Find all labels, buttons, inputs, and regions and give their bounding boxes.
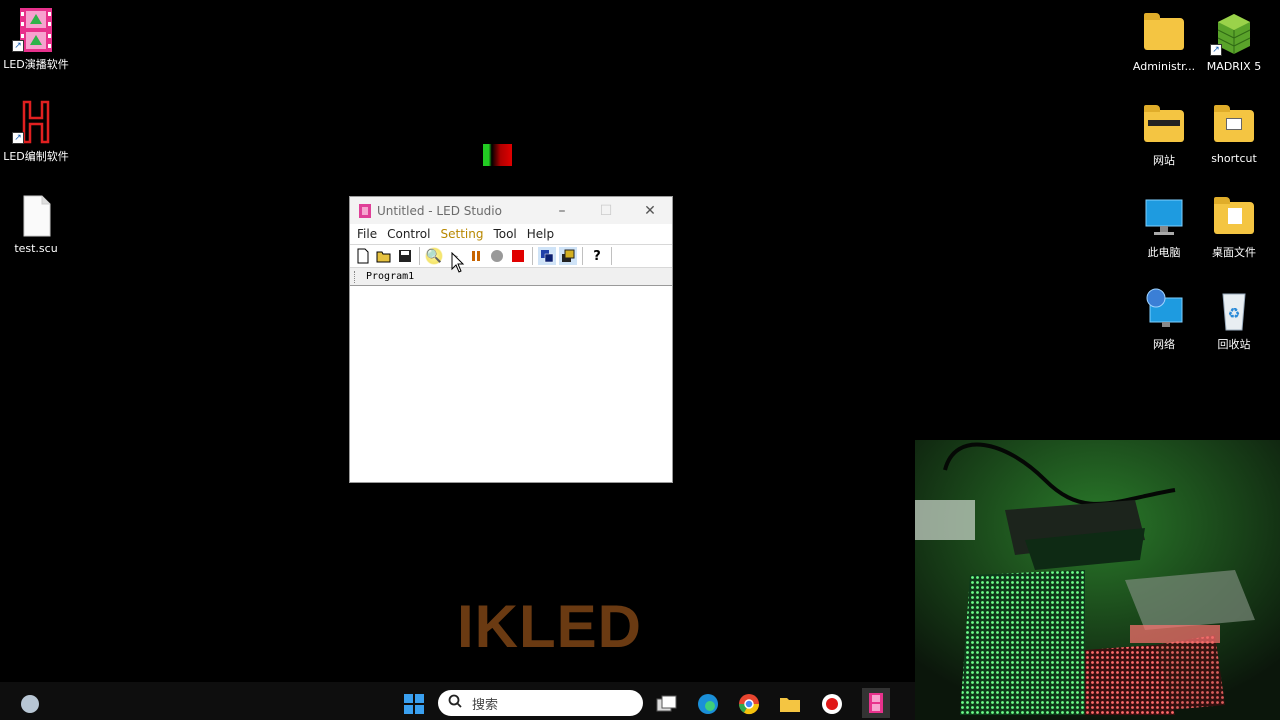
folder-icon xyxy=(1214,104,1254,148)
shortcut-arrow-icon: ↗ xyxy=(1210,44,1222,56)
folder-icon xyxy=(1144,12,1184,56)
search-label: 搜索 xyxy=(472,697,499,713)
shortcut-arrow-icon: ↗ xyxy=(12,40,24,52)
toolbar-separator xyxy=(532,247,533,265)
desktop-icon-label: MADRIX 5 xyxy=(1206,60,1262,73)
menu-setting[interactable]: Setting xyxy=(435,227,488,241)
desktop-icon-label: 网络 xyxy=(1153,338,1175,351)
toolbar: 🔍 ▸ ? xyxy=(350,244,672,268)
file-explorer-icon[interactable] xyxy=(778,692,802,716)
pause-icon[interactable] xyxy=(467,247,485,265)
svg-text:♻: ♻ xyxy=(1228,306,1241,322)
floating-indicator xyxy=(483,144,512,166)
title-bar[interactable]: Untitled - LED Studio – ☐ ✕ xyxy=(350,197,672,224)
desktop-icon-desktop-files[interactable]: 桌面文件 xyxy=(1198,196,1270,260)
stop-icon[interactable] xyxy=(509,247,527,265)
search-icon xyxy=(448,694,462,712)
camera-overlay-led-demo xyxy=(915,440,1280,720)
edge-browser-icon[interactable] xyxy=(696,692,720,716)
mouse-cursor-icon xyxy=(451,251,465,278)
desktop-icon-label: 回收站 xyxy=(1217,338,1251,351)
taskbar-search-box[interactable]: 搜索 xyxy=(438,690,643,716)
desktop-icon-led-player[interactable]: ↗ LED演播软件 xyxy=(0,8,72,72)
desktop-icon-madrix[interactable]: ↗ MADRIX 5 xyxy=(1198,12,1270,73)
window-title: Untitled - LED Studio xyxy=(377,203,502,218)
record-icon[interactable] xyxy=(488,247,506,265)
window-layout-icon[interactable] xyxy=(538,247,556,265)
desktop-icon-test-scu[interactable]: test.scu xyxy=(0,194,72,255)
workspace-area[interactable] xyxy=(350,286,672,480)
led-player-taskbar-icon[interactable] xyxy=(862,688,890,718)
desktop-icon-led-editor[interactable]: ↗ LED编制软件 xyxy=(0,100,72,164)
save-icon[interactable] xyxy=(396,247,414,265)
menu-help[interactable]: Help xyxy=(522,227,559,241)
toolbar-separator xyxy=(419,247,420,265)
task-view-icon[interactable] xyxy=(655,692,679,716)
recycle-bin-icon: ♻ xyxy=(1214,288,1254,332)
desktop-icon-label: LED编制软件 xyxy=(3,150,69,163)
close-button[interactable]: ✕ xyxy=(628,197,672,224)
led-studio-window[interactable]: Untitled - LED Studio – ☐ ✕ File Control… xyxy=(349,196,673,483)
desktop-icon-label: Administr... xyxy=(1132,60,1196,73)
desktop-icon-network[interactable]: 网络 xyxy=(1128,288,1200,352)
menu-tool[interactable]: Tool xyxy=(488,227,521,241)
new-file-icon[interactable] xyxy=(354,247,372,265)
h-logo-icon: ↗ xyxy=(12,100,56,144)
tab-program1[interactable]: Program1 xyxy=(366,271,414,282)
desktop-icon-label: 网站 xyxy=(1153,154,1175,167)
zoom-icon[interactable]: 🔍 xyxy=(425,247,443,265)
maximize-button[interactable]: ☐ xyxy=(584,197,628,224)
weather-icon[interactable] xyxy=(18,692,42,716)
minimize-button[interactable]: – xyxy=(540,197,584,224)
desktop-icon-label: LED演播软件 xyxy=(3,58,69,71)
desktop-icon-shortcut[interactable]: shortcut xyxy=(1198,104,1270,165)
screen-recorder-icon[interactable] xyxy=(820,692,844,716)
ikled-watermark: IKLED xyxy=(457,593,642,660)
led-studio-app-icon xyxy=(359,203,371,218)
help-icon[interactable]: ? xyxy=(588,247,606,265)
menu-file[interactable]: File xyxy=(352,227,382,241)
toolbar-separator xyxy=(611,247,612,265)
start-windows-icon[interactable] xyxy=(402,692,426,716)
chrome-browser-icon[interactable] xyxy=(737,692,761,716)
film-icon: ↗ xyxy=(12,8,56,52)
desktop-icon-recycle-bin[interactable]: ♻ 回收站 xyxy=(1198,288,1270,352)
desktop-icon-administrator[interactable]: Administr... xyxy=(1128,12,1200,73)
desktop-icon-label: shortcut xyxy=(1211,152,1257,165)
menu-control[interactable]: Control xyxy=(382,227,435,241)
desktop-icon-website[interactable]: 网站 xyxy=(1128,104,1200,168)
program-tab-bar: Program1 xyxy=(350,268,672,286)
menu-bar: File Control Setting Tool Help xyxy=(350,224,672,244)
display-settings-icon[interactable] xyxy=(559,247,577,265)
toolbar-separator xyxy=(582,247,583,265)
monitor-icon xyxy=(1144,196,1184,240)
folder-icon xyxy=(1144,104,1184,148)
madrix-icon: ↗ xyxy=(1210,12,1254,56)
desktop-icon-label: 桌面文件 xyxy=(1212,246,1256,259)
tab-grip-icon xyxy=(354,270,358,283)
folder-icon xyxy=(1214,196,1254,240)
desktop-icon-this-pc[interactable]: 此电脑 xyxy=(1128,196,1200,260)
open-folder-icon[interactable] xyxy=(375,247,393,265)
desktop-icon-label: test.scu xyxy=(14,242,58,255)
network-icon xyxy=(1144,288,1184,332)
shortcut-arrow-icon: ↗ xyxy=(12,132,24,144)
file-icon xyxy=(16,194,56,238)
desktop-icon-label: 此电脑 xyxy=(1147,246,1181,259)
